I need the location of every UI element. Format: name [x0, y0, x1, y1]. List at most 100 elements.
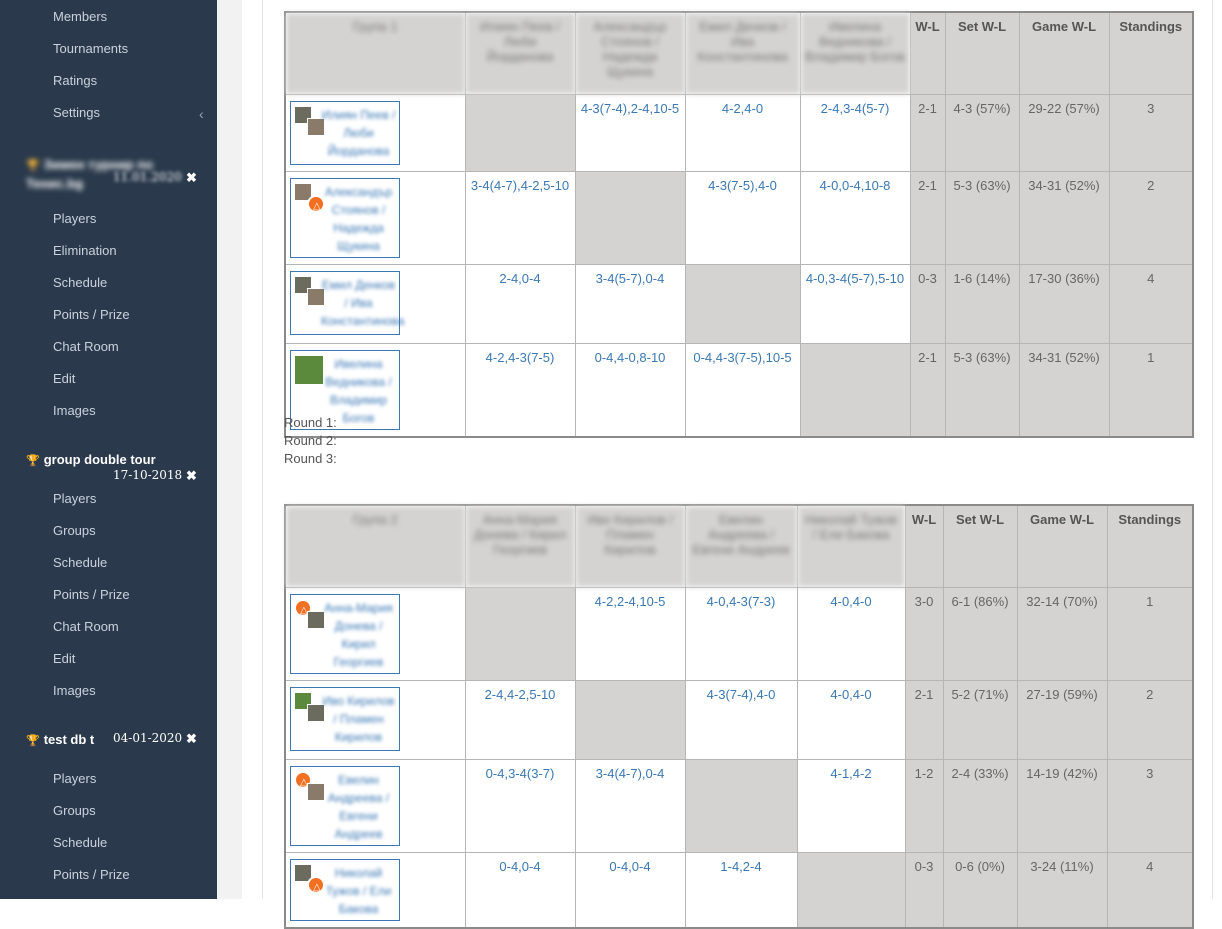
set-wl-value: 5-3 (63%): [944, 342, 1020, 437]
player-card[interactable]: Евелин Андреева / Евгени Андреев: [290, 765, 400, 846]
score-cell[interactable]: 4-0,4-0: [796, 586, 906, 681]
nav-players[interactable]: Players: [53, 211, 96, 226]
tournament-title[interactable]: 🏆 test db t: [26, 732, 94, 747]
group-table: Група 2 Анна-Мария Донева / Кирил Георги…: [284, 504, 1194, 929]
avatar: [307, 782, 325, 801]
score-cell[interactable]: 4-2,4-3(7-5): [464, 342, 576, 437]
nav-images[interactable]: Images: [53, 683, 96, 698]
player-card[interactable]: Анна-Мария Донева / Кирил Георгиев: [290, 593, 400, 674]
score-cell[interactable]: 4-1,4-2: [796, 758, 906, 853]
chevron-left-icon[interactable]: ‹: [199, 106, 204, 122]
nav-chat-room[interactable]: Chat Room: [53, 339, 119, 354]
score-cell[interactable]: 4-3(7-5),4-0: [684, 170, 801, 265]
wl-value: 2-1: [909, 170, 946, 265]
round-label: Round 2:: [284, 433, 337, 448]
score-cell[interactable]: 4-2,4-0: [684, 93, 801, 172]
standing-value: 3: [1108, 93, 1194, 172]
nav-tournaments[interactable]: Tournaments: [53, 41, 128, 56]
score-cell[interactable]: 0-4,3-4(3-7): [464, 758, 576, 853]
set-wl-value: 5-2 (71%): [942, 679, 1018, 760]
player-card[interactable]: Илиян Пеев / Люби Йорданова: [290, 100, 400, 165]
player-cell: Александър Стоянов / Надежда Щукина: [284, 170, 466, 265]
wl-value: 0-3: [904, 851, 944, 928]
wl-value: 0-3: [909, 263, 946, 344]
player-cell: Анна-Мария Донева / Кирил Георгиев: [284, 586, 466, 681]
nav-groups[interactable]: Groups: [53, 803, 96, 818]
tournament-title[interactable]: 🏆 group double tour: [26, 452, 156, 467]
tenis-logo-icon: [307, 194, 325, 216]
score-cell[interactable]: 4-3(7-4),4-0: [684, 679, 798, 760]
nav-groups[interactable]: Groups: [53, 523, 96, 538]
tournament-date: 17-10-2018: [113, 468, 183, 482]
group-name: Група 2: [284, 504, 466, 588]
standing-value: 2: [1106, 679, 1194, 760]
nav-members[interactable]: Members: [53, 9, 107, 24]
player-card[interactable]: Емил Денков / Ива Константинова: [290, 270, 404, 335]
close-icon[interactable]: ✖: [186, 170, 197, 186]
score-cell[interactable]: 4-3(7-4),2-4,10-5: [574, 93, 686, 172]
score-cell[interactable]: 0-4,4-3(7-5),10-5: [684, 342, 801, 437]
nav-edit[interactable]: Edit: [53, 371, 75, 386]
opponent-header: Анна-Мария Донева / Кирил Георгиев: [464, 504, 576, 588]
score-cell[interactable]: 0-4,0-4: [464, 851, 576, 928]
wl-header: W-L: [909, 11, 946, 95]
nav-chat-room[interactable]: Chat Room: [53, 619, 119, 634]
avatar: [294, 354, 324, 385]
self-cell: [799, 342, 911, 437]
nav-elimination[interactable]: Elimination: [53, 243, 117, 258]
self-cell: [796, 851, 906, 928]
set-wl-header: Set W-L: [942, 504, 1018, 588]
opponent-header: Илиян Пеев / Люби Йорданова: [464, 11, 576, 95]
set-wl-value: 6-1 (86%): [942, 586, 1018, 681]
score-cell[interactable]: 0-4,0-4: [574, 851, 686, 928]
wl-value: 2-1: [904, 679, 944, 760]
trophy-icon: 🏆: [26, 735, 40, 747]
nav-schedule[interactable]: Schedule: [53, 835, 107, 850]
nav-points-prize[interactable]: Points / Prize: [53, 867, 130, 882]
score-cell[interactable]: 3-4(4-7),0-4: [574, 758, 686, 853]
nav-edit[interactable]: Edit: [53, 651, 75, 666]
self-cell: [574, 679, 686, 760]
score-cell[interactable]: 4-0,4-0: [796, 679, 906, 760]
nav-settings[interactable]: Settings: [53, 105, 100, 120]
table-row: Иво Кирилов / Пламен Кирилов 2-4,4-2,5-1…: [284, 679, 1194, 760]
nav-points-prize[interactable]: Points / Prize: [53, 587, 130, 602]
standing-value: 3: [1106, 758, 1194, 853]
player-cell: Николай Тужов / Ели Бакова: [284, 851, 466, 928]
table-row: Евелин Андреева / Евгени Андреев 0-4,3-4…: [284, 758, 1194, 853]
close-icon[interactable]: ✖: [186, 731, 197, 747]
set-wl-header: Set W-L: [944, 11, 1020, 95]
nav-ratings[interactable]: Ratings: [53, 73, 97, 88]
opponent-header: Ивелина Ведникова / Владимир Богов: [799, 11, 911, 95]
nav-schedule[interactable]: Schedule: [53, 275, 107, 290]
wl-value: 3-0: [904, 586, 944, 681]
nav-schedule[interactable]: Schedule: [53, 555, 107, 570]
nav-images[interactable]: Images: [53, 403, 96, 418]
game-wl-value: 3-24 (11%): [1016, 851, 1108, 928]
standing-value: 1: [1106, 586, 1194, 681]
score-cell[interactable]: 2-4,0-4: [464, 263, 576, 344]
score-cell[interactable]: 4-0,4-3(7-3): [684, 586, 798, 681]
standings-header: Standings: [1108, 11, 1194, 95]
score-cell[interactable]: 2-4,3-4(5-7): [799, 93, 911, 172]
score-cell[interactable]: 1-4,2-4: [684, 851, 798, 928]
score-cell[interactable]: 2-4,4-2,5-10: [464, 679, 576, 760]
score-cell[interactable]: 4-0,0-4,10-8: [799, 170, 911, 265]
score-cell[interactable]: 3-4(4-7),4-2,5-10: [464, 170, 576, 265]
player-card[interactable]: Иво Кирилов / Пламен Кирилов: [290, 686, 400, 751]
score-cell[interactable]: 4-0,3-4(5-7),5-10: [799, 263, 911, 344]
player-card[interactable]: Александър Стоянов / Надежда Щукина: [290, 177, 400, 258]
score-cell[interactable]: 4-2,2-4,10-5: [574, 586, 686, 681]
wl-header: W-L: [904, 504, 944, 588]
close-icon[interactable]: ✖: [186, 468, 197, 484]
divider: [262, 0, 263, 899]
opponent-header: Николай Тужов / Ели Бакова: [796, 504, 906, 588]
nav-points-prize[interactable]: Points / Prize: [53, 307, 130, 322]
score-cell[interactable]: 0-4,4-0,8-10: [574, 342, 686, 437]
nav-players[interactable]: Players: [53, 491, 96, 506]
score-cell[interactable]: 3-4(5-7),0-4: [574, 263, 686, 344]
group-name: Група 1: [284, 11, 466, 95]
nav-players[interactable]: Players: [53, 771, 96, 786]
self-cell: [684, 758, 798, 853]
player-card[interactable]: Николай Тужов / Ели Бакова: [290, 858, 400, 921]
